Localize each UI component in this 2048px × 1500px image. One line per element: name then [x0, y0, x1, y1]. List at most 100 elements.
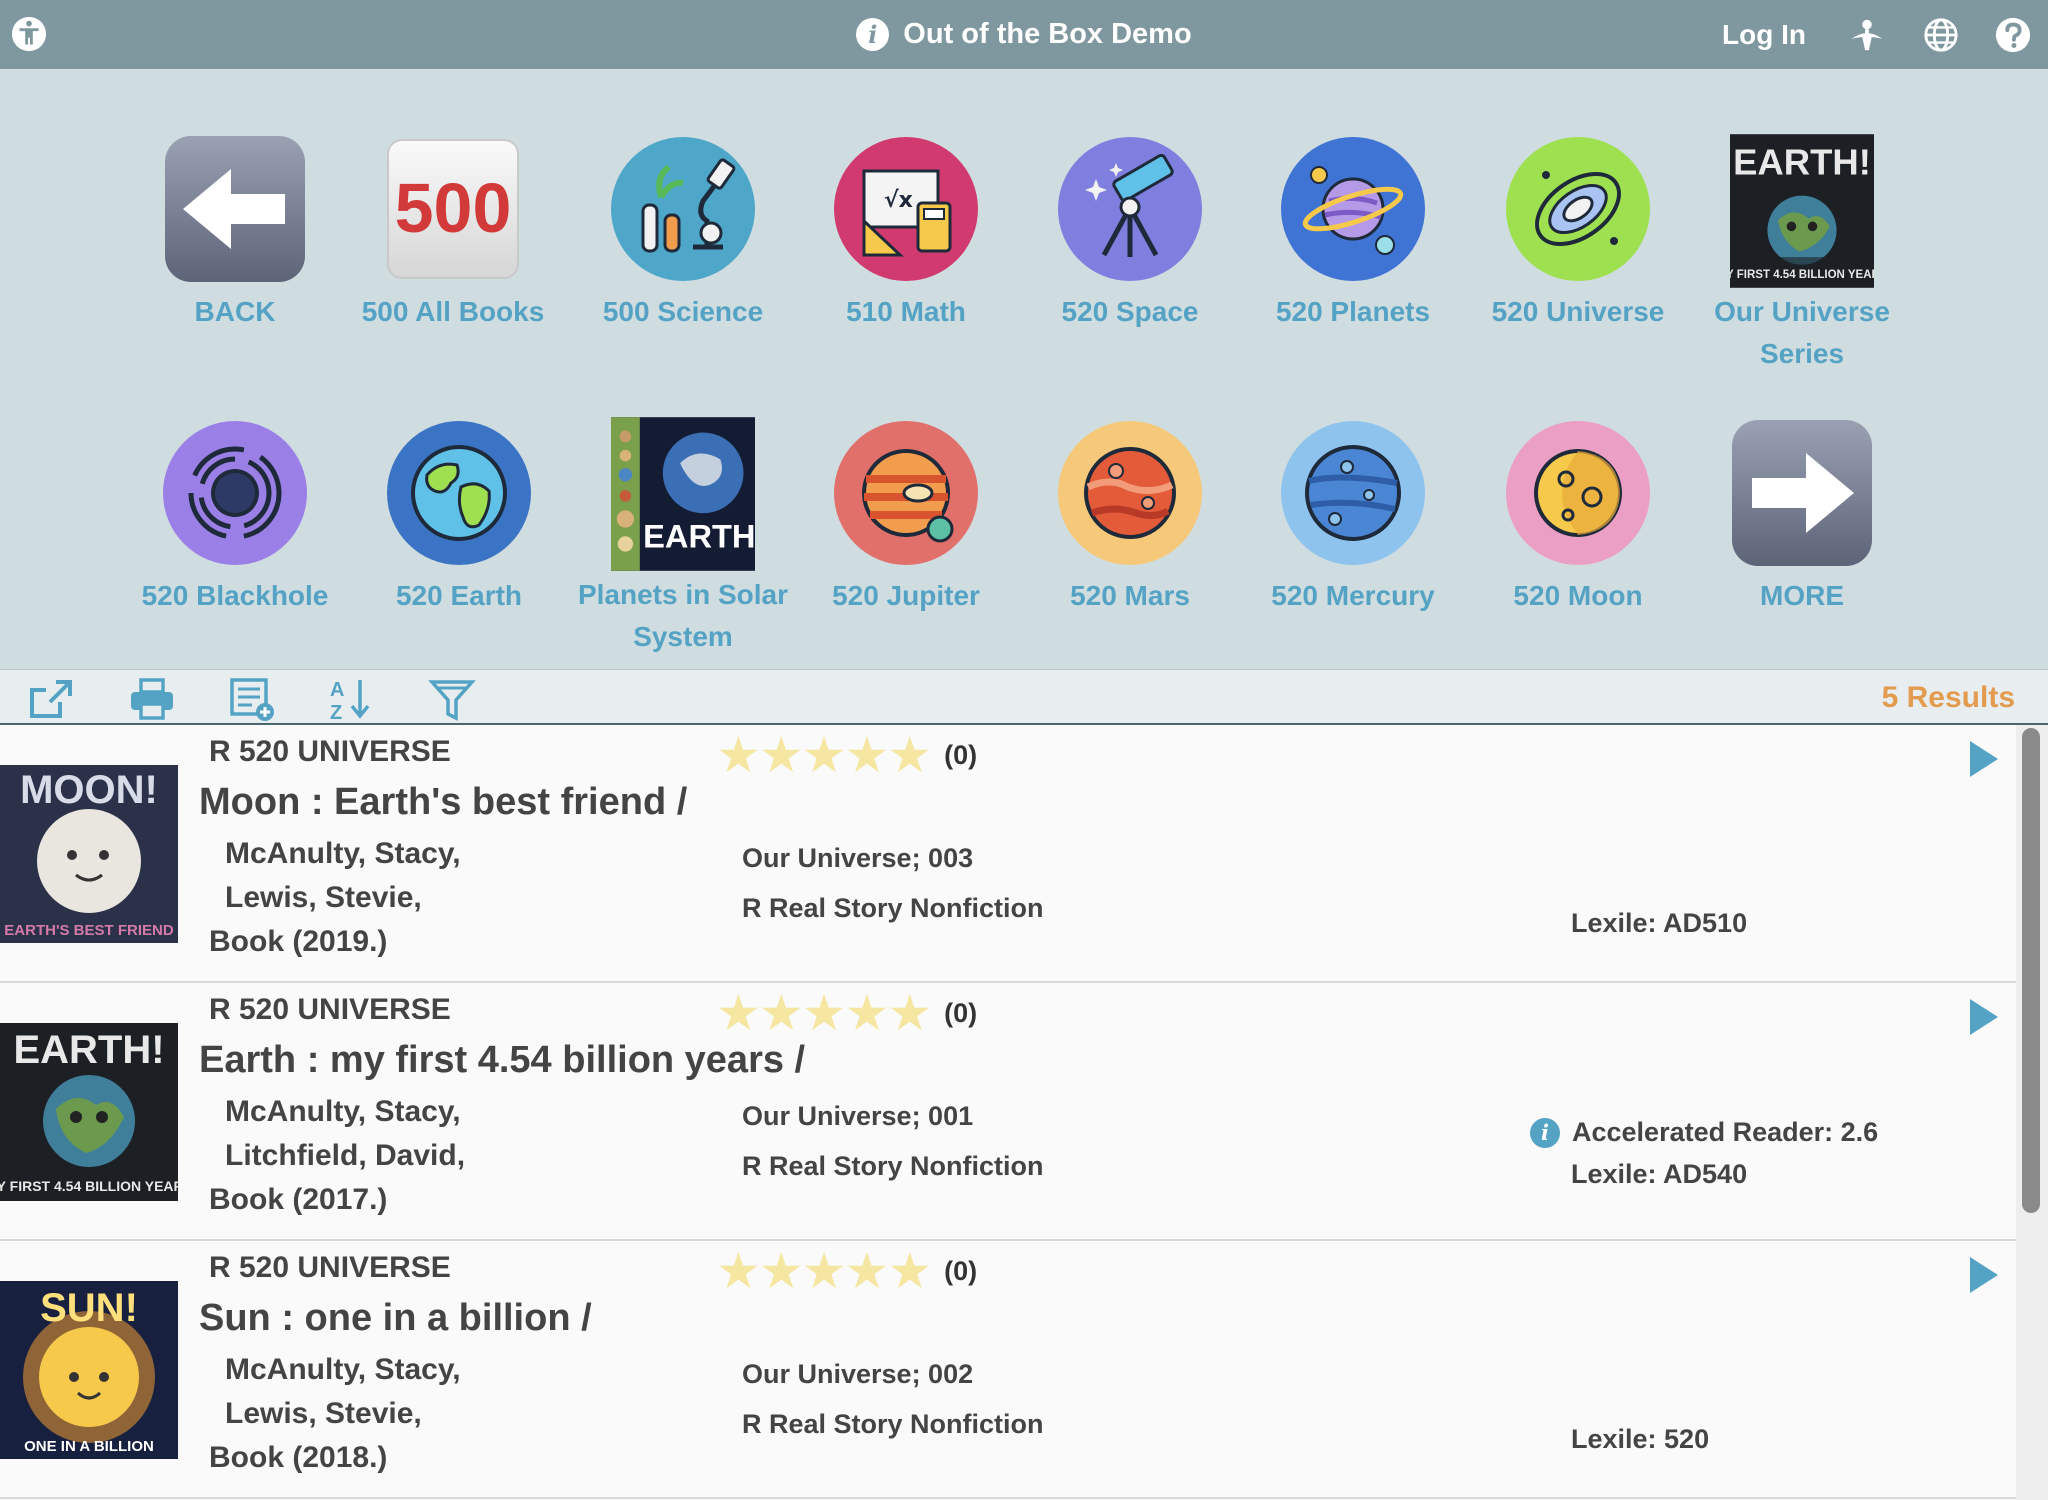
svg-text:Z: Z	[330, 702, 342, 722]
tile-label: BACK	[194, 296, 276, 327]
tile-520-mercury[interactable]: 520 Mercury	[1241, 417, 1465, 617]
book-title[interactable]: Sun : one in a billion /	[199, 1297, 592, 1340]
star-icon[interactable]: ★	[844, 1246, 889, 1296]
top-bar: i Out of the Box Demo Log In	[0, 0, 2048, 69]
tile-more[interactable]: MORE	[1690, 417, 1914, 617]
share-icon[interactable]	[26, 676, 74, 722]
mercury-icon	[1281, 421, 1425, 565]
series-link[interactable]: Our Universe; 002	[742, 1359, 973, 1390]
result-row[interactable]: EARTH! MY FIRST 4.54 BILLION YEARS R 520…	[0, 983, 2016, 1241]
tile-label: 510 Math	[846, 296, 966, 327]
star-icon[interactable]: ★	[802, 1246, 847, 1296]
add-list-icon[interactable]	[228, 676, 276, 722]
author-link[interactable]: Litchfield, David,	[225, 1139, 465, 1173]
tile-our-universe-series[interactable]: EARTH! MY FIRST 4.54 BILLION YEARS Our U…	[1690, 131, 1914, 375]
star-icon[interactable]: ★	[844, 988, 889, 1038]
svg-text:MY FIRST 4.54 BILLION YEARS: MY FIRST 4.54 BILLION YEARS	[1730, 269, 1874, 281]
tile-label: 520 Planets	[1275, 296, 1431, 327]
category-tiles: BACK 500 500 All Books 500 Science √x 51…	[0, 69, 2048, 669]
star-icon[interactable]: ★	[759, 1246, 804, 1296]
result-row[interactable]: MOON! EARTH'S BEST FRIEND R 520 UNIVERSE…	[0, 725, 2016, 983]
tile-520-space[interactable]: 520 Space	[1018, 133, 1242, 333]
tile-520-mars[interactable]: 520 Mars	[1018, 417, 1242, 617]
results-toolbar: A Z 5 Results	[0, 669, 2048, 725]
author-link[interactable]: Lewis, Stevie,	[225, 881, 422, 915]
result-row[interactable]: SUN! ONE IN A BILLION R 520 UNIVERSE ★ ★ ★…	[0, 1241, 2016, 1499]
call-number: R 520 UNIVERSE	[209, 993, 451, 1026]
play-arrow-icon[interactable]	[1968, 997, 2002, 1037]
tile-520-blackhole[interactable]: 520 Blackhole	[123, 417, 347, 617]
author-link[interactable]: McAnulty, Stacy,	[225, 837, 461, 871]
tile-back[interactable]: BACK	[123, 133, 347, 333]
star-icon[interactable]: ★	[844, 730, 889, 780]
tile-520-moon[interactable]: 520 Moon	[1466, 417, 1690, 617]
tile-500-all-books[interactable]: 500 500 All Books	[341, 133, 565, 333]
tile-label: 520 Moon	[1513, 580, 1643, 611]
results-count: 5 Results	[1881, 681, 2015, 714]
svg-text:EARTH!: EARTH!	[1733, 142, 1871, 183]
earth-globe-icon	[387, 421, 531, 565]
sort-az-icon[interactable]: A Z	[328, 676, 376, 722]
star-icon[interactable]: ★	[716, 730, 761, 780]
blackhole-icon	[163, 421, 307, 565]
star-icon[interactable]: ★	[716, 988, 761, 1038]
book-cover-sun[interactable]: SUN! ONE IN A BILLION	[0, 1281, 178, 1459]
rating-stars[interactable]: ★ ★ ★ ★ ★ (0)	[716, 1246, 977, 1296]
author-link[interactable]: McAnulty, Stacy,	[225, 1353, 461, 1387]
tile-520-earth[interactable]: 520 Earth	[347, 417, 571, 617]
star-icon[interactable]: ★	[716, 1246, 761, 1296]
tile-label: 500 All Books	[361, 296, 545, 327]
book-cover-moon[interactable]: MOON! EARTH'S BEST FRIEND	[0, 765, 178, 943]
info-icon[interactable]: i	[1530, 1117, 1560, 1148]
book-title[interactable]: Moon : Earth's best friend /	[199, 781, 687, 824]
info-icon[interactable]: i	[856, 18, 890, 51]
filter-icon[interactable]	[428, 676, 476, 722]
svg-text:A: A	[330, 679, 344, 701]
rating-count: (0)	[944, 739, 978, 770]
tile-520-universe[interactable]: 520 Universe	[1466, 133, 1690, 333]
accelerated-reader-text: Accelerated Reader: 2.6	[1572, 1117, 1879, 1147]
play-arrow-icon[interactable]	[1968, 739, 2002, 779]
rating-stars[interactable]: ★ ★ ★ ★ ★ (0)	[716, 730, 978, 780]
login-link[interactable]: Log In	[1722, 0, 1806, 69]
scrollbar-thumb[interactable]	[2022, 728, 2040, 1213]
svg-text:MY FIRST 4.54 BILLION YEARS: MY FIRST 4.54 BILLION YEARS	[0, 1178, 178, 1194]
author-link[interactable]: McAnulty, Stacy,	[225, 1095, 461, 1129]
author-link[interactable]: Lewis, Stevie,	[225, 1397, 422, 1431]
tile-label: MORE	[1760, 580, 1844, 611]
star-icon[interactable]: ★	[802, 730, 847, 780]
book-cover-earth[interactable]: EARTH! MY FIRST 4.54 BILLION YEARS	[0, 1023, 178, 1201]
globe-icon[interactable]	[1922, 16, 1960, 54]
tile-planets-in-solar-system[interactable]: EARTH Planets in Solar System	[571, 414, 795, 658]
star-icon[interactable]: ★	[887, 1246, 932, 1296]
tile-label: 520 Universe	[1491, 296, 1665, 327]
tile-510-math[interactable]: √x 510 Math	[794, 133, 1018, 333]
series-link[interactable]: Our Universe; 001	[742, 1101, 973, 1132]
page-title-text: Out of the Box Demo	[903, 18, 1192, 50]
star-icon[interactable]: ★	[887, 730, 932, 780]
format-year: Book (2019.)	[209, 925, 388, 958]
book-cover-earth-solar: EARTH	[611, 417, 755, 571]
genre-label: R Real Story Nonfiction	[742, 893, 1044, 923]
svg-text:√x: √x	[884, 188, 913, 213]
catalog-genie-icon[interactable]	[1848, 16, 1886, 54]
lexile-label: Lexile: 520	[1571, 1424, 1710, 1454]
jupiter-icon	[834, 421, 978, 565]
svg-text:MOON!: MOON!	[20, 768, 158, 812]
tile-500-science[interactable]: 500 Science	[571, 133, 795, 333]
star-icon[interactable]: ★	[802, 988, 847, 1038]
print-icon[interactable]	[128, 676, 176, 722]
star-icon[interactable]: ★	[759, 730, 804, 780]
play-arrow-icon[interactable]	[1968, 1255, 2002, 1295]
tile-label: 520 Jupiter	[832, 580, 980, 611]
tile-520-jupiter[interactable]: 520 Jupiter	[794, 417, 1018, 617]
star-icon[interactable]: ★	[759, 988, 804, 1038]
star-icon[interactable]: ★	[887, 988, 932, 1038]
help-icon[interactable]	[1994, 16, 2032, 54]
book-title[interactable]: Earth : my first 4.54 billion years /	[199, 1039, 805, 1082]
tile-520-planets[interactable]: 520 Planets	[1241, 133, 1465, 333]
series-link[interactable]: Our Universe; 003	[742, 843, 973, 874]
svg-text:EARTH!: EARTH!	[13, 1028, 164, 1072]
telescope-icon	[1058, 137, 1202, 281]
rating-stars[interactable]: ★ ★ ★ ★ ★ (0)	[716, 988, 977, 1038]
